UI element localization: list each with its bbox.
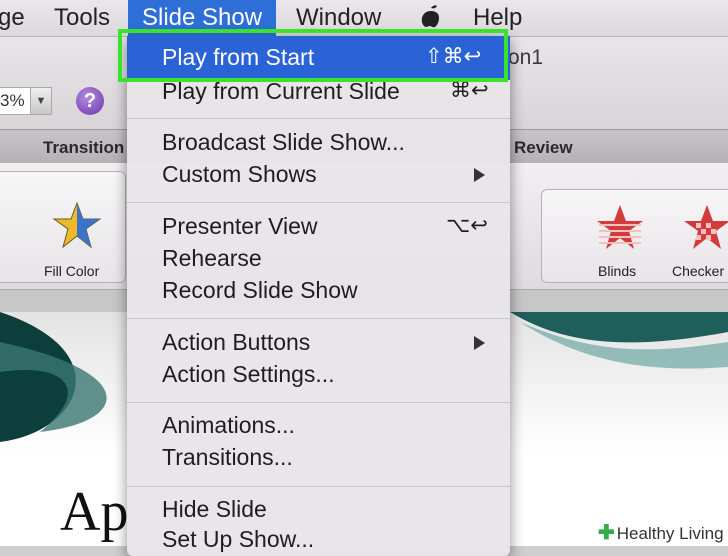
document-title: on1 [508, 46, 544, 69]
zoom-dropdown-button[interactable]: ▼ [30, 87, 52, 115]
menu-item-action-buttons[interactable]: Action Buttons [162, 329, 310, 356]
zoom-field[interactable]: 3% [0, 87, 31, 115]
checker-label: Checker [672, 263, 725, 279]
tab-transitions[interactable]: Transition [43, 138, 124, 158]
shortcut-presenter-view: ⌥↩ [446, 214, 488, 237]
tab-review[interactable]: Review [514, 138, 573, 158]
menu-item-rehearse[interactable]: Rehearse [162, 245, 262, 272]
menu-item-action-settings[interactable]: Action Settings... [162, 361, 335, 388]
annotation-highlight-box [118, 29, 508, 82]
menu-separator [127, 118, 510, 119]
menu-item-record-slide-show[interactable]: Record Slide Show [162, 277, 358, 304]
menubar-item-tools-partial[interactable]: ge [0, 4, 25, 32]
menu-separator [127, 318, 510, 319]
fill-color-label: Fill Color [44, 263, 100, 279]
menu-item-broadcast-slide-show[interactable]: Broadcast Slide Show... [162, 129, 405, 156]
blinds-effect-icon[interactable] [595, 203, 645, 251]
menu-item-animations[interactable]: Animations... [162, 412, 295, 439]
menu-separator [127, 402, 510, 403]
checker-effect-icon[interactable] [682, 203, 728, 251]
menu-item-custom-shows[interactable]: Custom Shows [162, 161, 317, 188]
menu-item-hide-slide[interactable]: Hide Slide [162, 496, 267, 523]
help-button[interactable]: ? [76, 87, 104, 115]
menu-item-transitions[interactable]: Transitions... [162, 444, 293, 471]
watermark: ✚ Healthy Living [594, 520, 728, 546]
menu-item-presenter-view[interactable]: Presenter View [162, 213, 318, 240]
blinds-label: Blinds [598, 263, 637, 279]
menu-separator [127, 202, 510, 203]
menubar-item-tools[interactable]: Tools [54, 4, 110, 32]
menu-separator [127, 486, 510, 487]
menubar-item-window[interactable]: Window [296, 4, 381, 32]
menu-item-play-from-current-slide[interactable]: Play from Current Slide [162, 78, 400, 105]
script-icon[interactable] [420, 4, 442, 30]
fill-color-icon[interactable] [52, 201, 102, 251]
watermark-label: Healthy Living [616, 524, 724, 543]
plus-icon: ✚ [598, 522, 615, 544]
submenu-arrow-icon [474, 336, 485, 350]
menubar-item-help[interactable]: Help [473, 4, 522, 32]
menu-item-set-up-show[interactable]: Set Up Show... [162, 526, 314, 553]
submenu-arrow-icon [474, 168, 485, 182]
slide-title[interactable]: Ap [60, 480, 128, 544]
